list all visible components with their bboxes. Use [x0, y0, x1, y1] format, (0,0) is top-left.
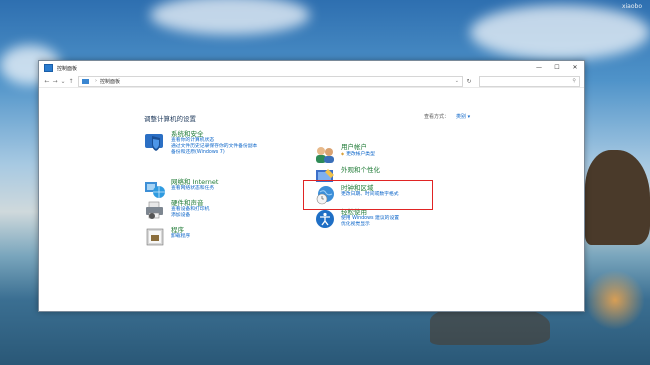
recent-locations-icon[interactable]: ⌄ — [59, 78, 67, 85]
category-network-internet: 网络和 Internet 查看网络状态和任务 — [144, 178, 218, 200]
search-input[interactable]: ⚲ — [479, 75, 580, 87]
refresh-icon[interactable]: ↻ — [463, 78, 475, 85]
page-title: 调整计算机的设置 — [144, 115, 196, 123]
view-by-dropdown[interactable]: 类别 ▾ — [456, 114, 470, 120]
category-user-accounts: 用户帐户 更改帐户类型 — [314, 143, 375, 165]
view-by-label: 查看方式： — [424, 114, 450, 120]
category-title[interactable]: 网络和 Internet — [171, 178, 218, 186]
highlight-box — [303, 180, 433, 210]
ease-of-access-icon[interactable] — [314, 208, 336, 230]
shield-icon[interactable] — [144, 130, 166, 152]
users-icon[interactable] — [314, 143, 336, 165]
category-ease-of-access: 轻松使用 使用 Windows 建议的设置 优化视觉显示 — [314, 208, 399, 230]
network-icon[interactable] — [144, 178, 166, 200]
category-link[interactable]: 更改帐户类型 — [341, 151, 375, 158]
close-button[interactable]: ✕ — [566, 61, 584, 75]
cloud — [150, 0, 310, 35]
maximize-button[interactable]: ☐ — [548, 61, 566, 75]
cloud — [470, 5, 650, 60]
minimize-button[interactable]: — — [530, 61, 548, 75]
category-link[interactable]: 优化视觉显示 — [341, 222, 399, 228]
category-title[interactable]: 用户帐户 — [341, 143, 375, 151]
printer-icon[interactable] — [144, 199, 166, 221]
programs-icon[interactable] — [144, 226, 166, 248]
control-panel-window: 控制面板 — ☐ ✕ ← → ⌄ ↑ › 控制面板 ⌄ ↻ ⚲ 调整计算机的设置… — [38, 60, 585, 312]
category-programs: 程序 卸载程序 — [144, 226, 190, 248]
category-link[interactable]: 卸载程序 — [171, 234, 190, 240]
category-title[interactable]: 程序 — [171, 226, 190, 234]
search-icon: ⚲ — [572, 78, 576, 84]
title-bar[interactable]: 控制面板 — ☐ ✕ — [39, 61, 584, 75]
control-panel-icon — [82, 78, 89, 84]
content-area: 调整计算机的设置 查看方式： 类别 ▾ 系统和安全 查看你的计算机状态 通过文件历… — [39, 88, 584, 310]
breadcrumb-separator: › — [95, 78, 97, 84]
category-title[interactable]: 系统和安全 — [171, 130, 257, 138]
address-bar[interactable]: › 控制面板 ⌄ — [78, 75, 463, 87]
category-link[interactable]: 备份和还原(Windows 7) — [171, 150, 257, 156]
category-title[interactable]: 外观和个性化 — [341, 166, 380, 174]
sun-reflection — [585, 270, 645, 330]
category-hardware-sound: 硬件和声音 查看设备和打印机 添加设备 — [144, 199, 209, 221]
back-arrow-icon[interactable]: ← — [43, 78, 51, 85]
up-arrow-icon[interactable]: ↑ — [67, 78, 75, 85]
view-by: 查看方式： 类别 ▾ — [424, 113, 470, 120]
category-link[interactable]: 查看网络状态和任务 — [171, 186, 218, 192]
rock-formation — [585, 150, 650, 245]
category-system-security: 系统和安全 查看你的计算机状态 通过文件历史记录保存你的文件备份副本 备份和还原… — [144, 130, 257, 156]
navigation-bar: ← → ⌄ ↑ › 控制面板 ⌄ ↻ ⚲ — [39, 75, 584, 88]
control-panel-icon — [44, 64, 53, 72]
breadcrumb[interactable]: 控制面板 — [100, 78, 120, 85]
category-title[interactable]: 硬件和声音 — [171, 199, 209, 207]
watermark: xiaobo — [621, 3, 642, 10]
category-link[interactable]: 添加设备 — [171, 213, 209, 219]
forward-arrow-icon[interactable]: → — [51, 78, 59, 85]
window-title: 控制面板 — [57, 65, 78, 72]
chevron-down-icon[interactable]: ⌄ — [455, 78, 459, 84]
